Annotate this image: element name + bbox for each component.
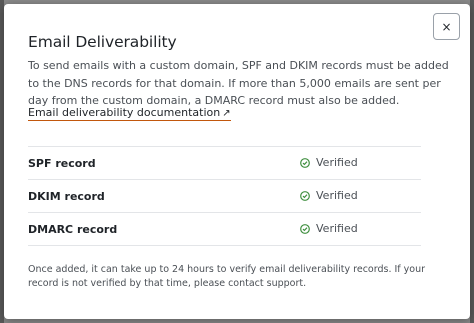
record-status: Verified [300,156,358,169]
close-icon: × [441,19,452,34]
record-name: DMARC record [28,223,118,236]
record-status-label: Verified [316,189,358,202]
dns-records-list: SPF record Verified DKIM record Verified… [28,146,421,246]
record-name: DKIM record [28,190,105,203]
check-circle-icon [300,223,310,234]
record-status-label: Verified [316,156,358,169]
record-row-dkim: DKIM record Verified [28,179,421,212]
record-row-dmarc: DMARC record Verified [28,212,421,246]
modal-description: To send emails with a custom domain, SPF… [28,59,449,107]
footer-note: Once added, it can take up to 24 hours t… [28,264,426,289]
record-status: Verified [300,189,358,202]
modal-title: Email Deliverability [28,33,177,51]
documentation-link-label: Email deliverability documentation [28,106,221,119]
email-deliverability-modal: Email Deliverability × To send emails wi… [4,4,470,319]
documentation-link[interactable]: Email deliverability documentation ↗ [28,106,231,121]
record-status: Verified [300,222,358,235]
record-name: SPF record [28,157,96,170]
record-status-label: Verified [316,222,358,235]
check-circle-icon [300,190,310,201]
external-link-icon: ↗ [222,108,231,119]
record-row-spf: SPF record Verified [28,146,421,179]
backdrop-right [470,0,474,323]
close-button[interactable]: × [433,13,460,40]
check-circle-icon [300,157,310,168]
